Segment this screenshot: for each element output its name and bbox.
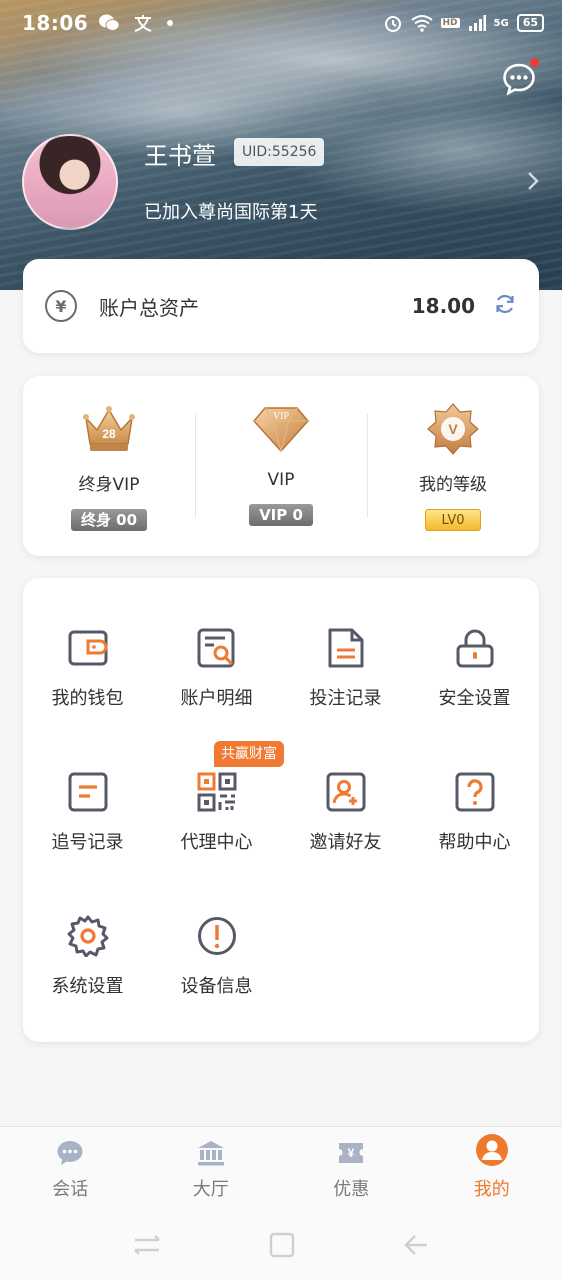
vip-card: 28 终身VIP 终身 00 VIP VIP VIP 0 V 我的等级 LV0 [23,376,539,556]
message-button[interactable] [502,58,539,96]
menu-item-agent-center[interactable]: 共赢财富 代理中心 [152,741,284,854]
wallet-icon [66,626,110,670]
tab-label-chat: 会话 [52,1179,89,1200]
bottom-tab-bar: 会话 大厅 ¥ 优惠 我的 [0,1126,562,1214]
tab-promotions[interactable]: ¥ 优惠 [281,1127,422,1214]
level-badge-icon: V [425,402,481,456]
uid-badge: UID:55256 [234,138,325,166]
help-icon [453,770,497,814]
vip-item[interactable]: VIP VIP VIP 0 [195,376,367,556]
alarm-icon [384,16,401,32]
battery-indicator: 65 [516,14,544,32]
menu-label-agent-center: 代理中心 [180,832,253,853]
qr-code-icon [195,770,239,814]
recent-apps-icon[interactable] [133,1234,161,1260]
svg-text:¥: ¥ [348,1146,355,1160]
translate-icon [134,15,152,32]
joined-text: 已加入尊尚国际第1天 [144,202,318,223]
menu-item-security[interactable]: 安全设置 [410,600,539,710]
tab-profile[interactable]: 我的 [422,1127,562,1214]
menu-label-bet-records: 投注记录 [309,688,382,709]
diamond-text: VIP [273,411,290,422]
tab-label-hall: 大厅 [192,1179,229,1200]
gear-icon [66,914,110,958]
menu-item-device-info[interactable]: 设备信息 [152,888,281,998]
network-type: 5G [493,17,509,29]
menu-card: 我的钱包 账户明细 投注记录 安全设置 追号记录 共赢财富 代理中心 邀请好友 … [23,578,539,1042]
assets-value: 18.00 [411,294,475,318]
crown-icon: 28 [80,402,138,456]
back-icon[interactable] [403,1234,429,1260]
chat-icon [56,1139,84,1167]
tab-chat[interactable]: 会话 [0,1127,141,1214]
coupon-icon: ¥ [337,1139,365,1167]
menu-label-help-center: 帮助中心 [438,832,511,853]
menu-label-device-info: 设备信息 [180,976,253,997]
tab-label-profile: 我的 [473,1179,510,1200]
menu-label-system-settings: 系统设置 [51,976,124,997]
lifetime-vip-item[interactable]: 28 终身VIP 终身 00 [23,376,195,556]
signal-icon [468,15,486,31]
vip-badge: VIP 0 [249,504,313,526]
menu-item-chase-records[interactable]: 追号记录 [23,744,152,854]
menu-item-invite-friends[interactable]: 邀请好友 [281,744,410,854]
assets-label: 账户总资产 [99,295,199,320]
yen-icon: ¥ [45,290,77,322]
dot-icon [167,20,174,26]
lifetime-vip-badge: 终身 00 [70,509,148,531]
my-level-item[interactable]: V 我的等级 LV0 [367,376,539,556]
diamond-icon: VIP [251,402,311,456]
menu-item-bet-records[interactable]: 投注记录 [281,600,410,710]
info-icon [195,914,239,958]
menu-item-account-details[interactable]: 账户明细 [152,600,281,710]
wechat-icon [99,14,120,31]
profile-icon [475,1133,509,1167]
menu-item-system-settings[interactable]: 系统设置 [23,888,152,998]
chase-record-icon [66,770,110,814]
invite-user-icon [324,770,368,814]
level-badge-letter: V [448,421,458,437]
wifi-icon [410,15,433,32]
home-icon[interactable] [269,1232,295,1262]
menu-label-wallet: 我的钱包 [51,688,124,709]
lock-icon [453,626,497,670]
status-bar: 18:06 HD 5G 65 [0,0,562,46]
chat-bubble-icon [503,63,535,96]
hd-indicator: HD [440,18,460,28]
level-badge: LV0 [424,509,482,531]
account-details-icon [195,626,239,670]
menu-label-chase-records: 追号记录 [51,832,124,853]
document-icon [324,626,368,670]
user-name: 王书萱 [144,142,216,170]
vip-label: VIP [267,470,295,490]
refresh-icon[interactable] [493,292,517,320]
menu-label-account-details: 账户明细 [180,688,253,709]
account-assets-card[interactable]: ¥ 账户总资产 18.00 [23,259,539,353]
hall-icon [197,1139,225,1167]
tab-hall[interactable]: 大厅 [141,1127,282,1214]
menu-label-security: 安全设置 [438,688,511,709]
promo-badge: 共赢财富 [214,741,284,767]
unread-dot [530,58,539,67]
crown-number: 28 [102,427,116,441]
profile-chevron-right-icon[interactable] [526,170,540,196]
my-level-label: 我的等级 [419,475,487,495]
system-navigation-bar [0,1214,562,1280]
menu-item-wallet[interactable]: 我的钱包 [23,600,152,710]
menu-item-help-center[interactable]: 帮助中心 [410,744,539,854]
avatar[interactable] [22,134,118,230]
menu-label-invite-friends: 邀请好友 [309,832,382,853]
lifetime-vip-label: 终身VIP [78,475,140,495]
tab-label-promotions: 优惠 [333,1179,370,1200]
status-time: 18:06 [22,11,89,35]
